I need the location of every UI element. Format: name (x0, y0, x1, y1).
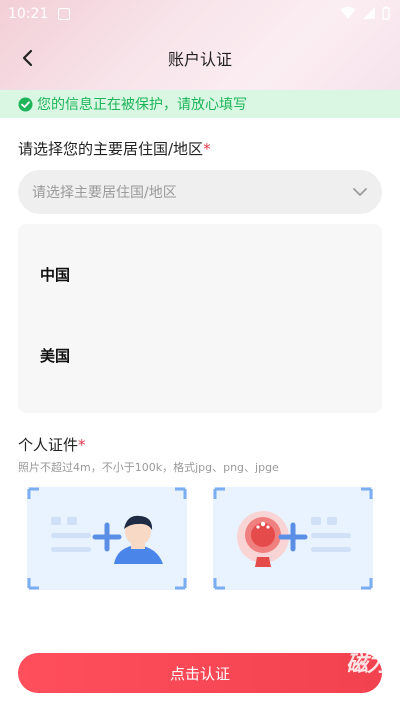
required-mark: * (78, 436, 86, 454)
status-icons (340, 5, 390, 24)
id-back-illustration (213, 487, 373, 590)
check-circle-icon (18, 97, 33, 111)
region-option-china[interactable]: 中国 (40, 264, 70, 285)
signal-icon (362, 5, 376, 24)
id-back-upload[interactable] (213, 487, 373, 590)
region-select[interactable]: 请选择主要居住国/地区 (18, 170, 382, 214)
id-label: 个人证件* (18, 434, 86, 455)
security-notice: 您的信息正在被保护，请放心填写 (0, 90, 400, 118)
region-option-usa[interactable]: 美国 (40, 345, 70, 366)
watermark-logo: 磁力 (345, 652, 389, 677)
submit-button[interactable]: 点击认证 (18, 653, 382, 693)
wifi-icon (340, 5, 356, 24)
required-mark: * (203, 140, 211, 158)
battery-icon (382, 5, 390, 24)
page-title: 账户认证 (167, 50, 232, 69)
chevron-left-icon (22, 49, 33, 67)
notification-icon (58, 8, 71, 20)
region-options-list: 中国 美国 (18, 224, 382, 413)
region-label-text: 请选择您的主要居住国/地区 (18, 140, 204, 158)
nav-bar: 账户认证 (0, 36, 400, 80)
status-time: 10:21 (8, 6, 49, 22)
region-label: 请选择您的主要居住国/地区* (18, 138, 211, 159)
upload-hint: 照片不超过4m，不小于100k，格式jpg、png、jpge (18, 461, 279, 474)
submit-label: 点击认证 (169, 664, 230, 683)
region-select-placeholder: 请选择主要居住国/地区 (32, 185, 177, 201)
chevron-down-icon (353, 188, 367, 196)
back-button[interactable] (14, 44, 42, 72)
id-front-upload[interactable] (27, 487, 187, 590)
notice-text: 您的信息正在被保护，请放心填写 (37, 97, 247, 113)
status-bar: 10:21 (0, 0, 400, 28)
id-label-text: 个人证件 (18, 436, 79, 454)
id-front-illustration (27, 487, 187, 590)
